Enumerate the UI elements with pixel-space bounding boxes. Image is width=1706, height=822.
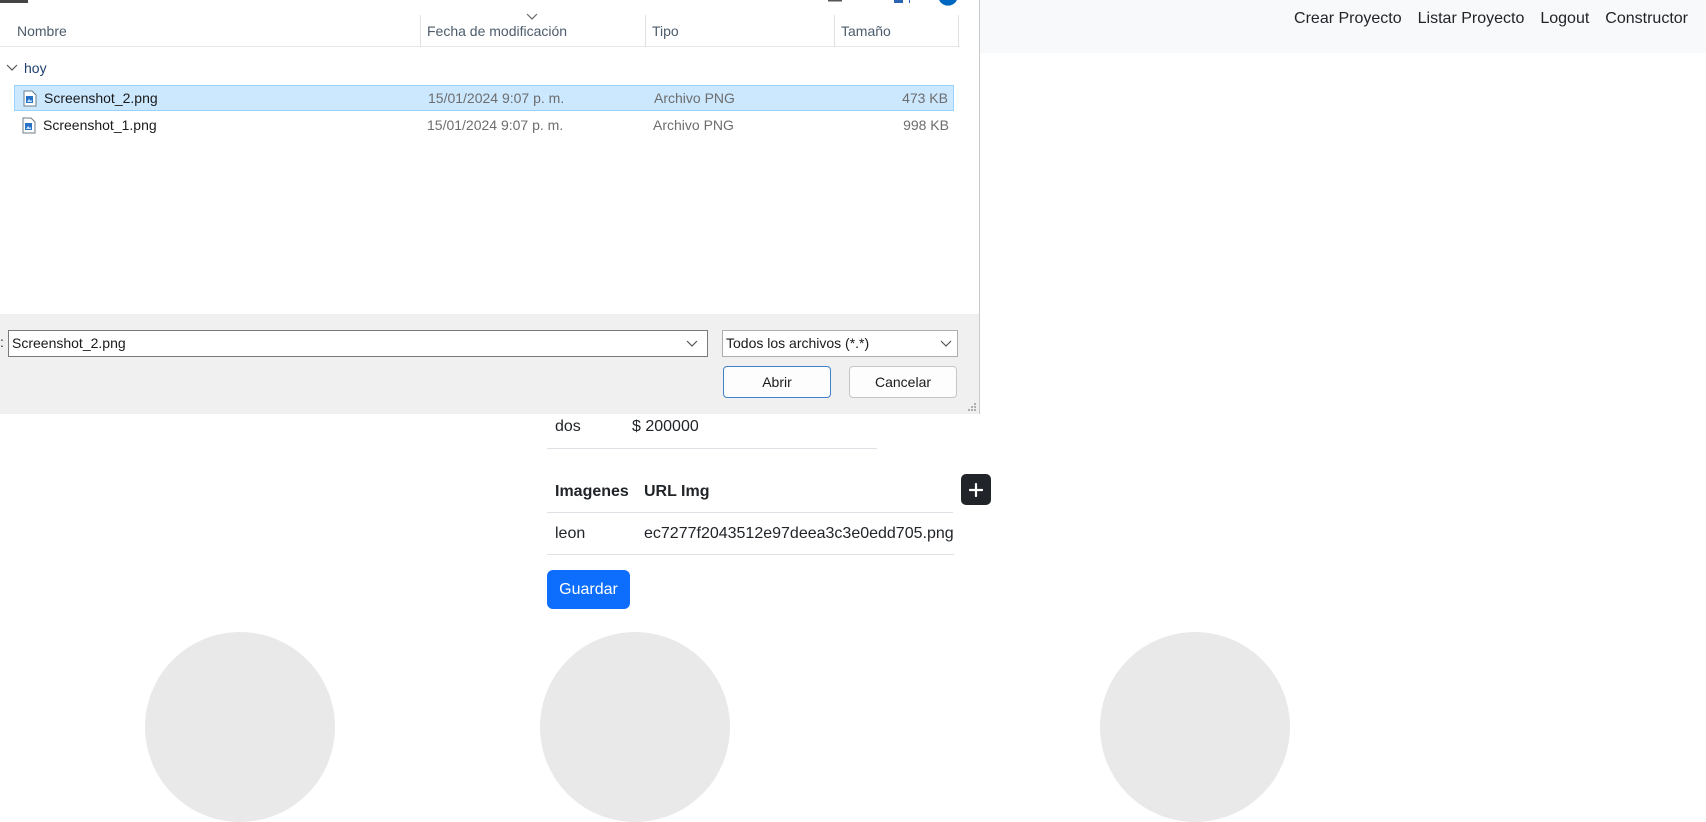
images-table-header: Imagenes URL Img (547, 471, 953, 513)
cancel-button[interactable]: Cancelar (849, 366, 957, 398)
filename-input[interactable]: Screenshot_2.png (8, 330, 708, 357)
toolbar-icons-fragment (0, 0, 957, 6)
chevron-down-icon[interactable] (940, 340, 952, 348)
images-table: Imagenes URL Img leon ec7277f2043512e97d… (547, 471, 954, 555)
file-name: Screenshot_2.png (44, 90, 158, 106)
group-header-today[interactable]: hoy (6, 58, 47, 78)
file-name: Screenshot_1.png (43, 117, 157, 133)
price-row: dos $ 200000 (547, 415, 877, 449)
resize-grip-icon[interactable] (967, 402, 977, 412)
nav-crear-proyecto[interactable]: Crear Proyecto (1294, 8, 1402, 30)
file-type-filter[interactable]: Todos los archivos (*.*) (722, 330, 958, 357)
column-tamano[interactable]: Tamaño (835, 15, 959, 47)
table-row: leon ec7277f2043512e97deea3c3e0edd705.pn… (547, 513, 954, 555)
sort-descending-icon (526, 13, 538, 20)
price-item-amount: $ 200000 (632, 418, 699, 435)
file-row[interactable]: Screenshot_1.png 15/01/2024 9:07 p. m. A… (14, 113, 954, 139)
header-url-img: URL Img (644, 483, 710, 500)
open-button[interactable]: Abrir (723, 366, 831, 398)
price-item-name: dos (555, 418, 581, 435)
nav-logout[interactable]: Logout (1540, 8, 1589, 30)
file-type: Archivo PNG (654, 90, 735, 106)
group-label: hoy (24, 60, 47, 76)
nav-listar-proyecto[interactable]: Listar Proyecto (1418, 8, 1525, 30)
decorative-circle (1100, 632, 1290, 822)
file-size: 998 KB (903, 117, 949, 133)
file-type: Archivo PNG (653, 117, 734, 133)
chevron-down-icon[interactable] (686, 340, 698, 348)
nav-constructor[interactable]: Constructor (1605, 8, 1688, 30)
chevron-down-icon (6, 64, 18, 71)
png-file-icon (23, 90, 37, 107)
file-open-dialog: Nombre Fecha de modificación Tipo Tamaño… (0, 0, 980, 414)
column-headers: Nombre Fecha de modificación Tipo Tamaño (0, 13, 960, 47)
decorative-circle (540, 632, 730, 822)
plus-icon (969, 482, 983, 497)
filename-label-fragment: : (0, 334, 4, 350)
image-name: leon (555, 525, 586, 542)
file-date: 15/01/2024 9:07 p. m. (428, 90, 565, 106)
image-url: ec7277f2043512e97deea3c3e0edd705.png (644, 525, 954, 542)
add-image-button[interactable] (961, 474, 991, 505)
decorative-circle (145, 632, 335, 822)
file-row[interactable]: Screenshot_2.png 15/01/2024 9:07 p. m. A… (14, 85, 954, 111)
column-nombre[interactable]: Nombre (11, 15, 421, 47)
file-date: 15/01/2024 9:07 p. m. (427, 117, 564, 133)
column-tipo[interactable]: Tipo (646, 15, 835, 47)
nav-links: Crear Proyecto Listar Proyecto Logout Co… (1278, 8, 1688, 30)
header-imagenes: Imagenes (555, 483, 629, 500)
dialog-footer: : Screenshot_2.png Todos los archivos (*… (0, 314, 979, 414)
file-size: 473 KB (902, 90, 948, 106)
png-file-icon (22, 117, 36, 134)
save-button[interactable]: Guardar (547, 570, 630, 609)
